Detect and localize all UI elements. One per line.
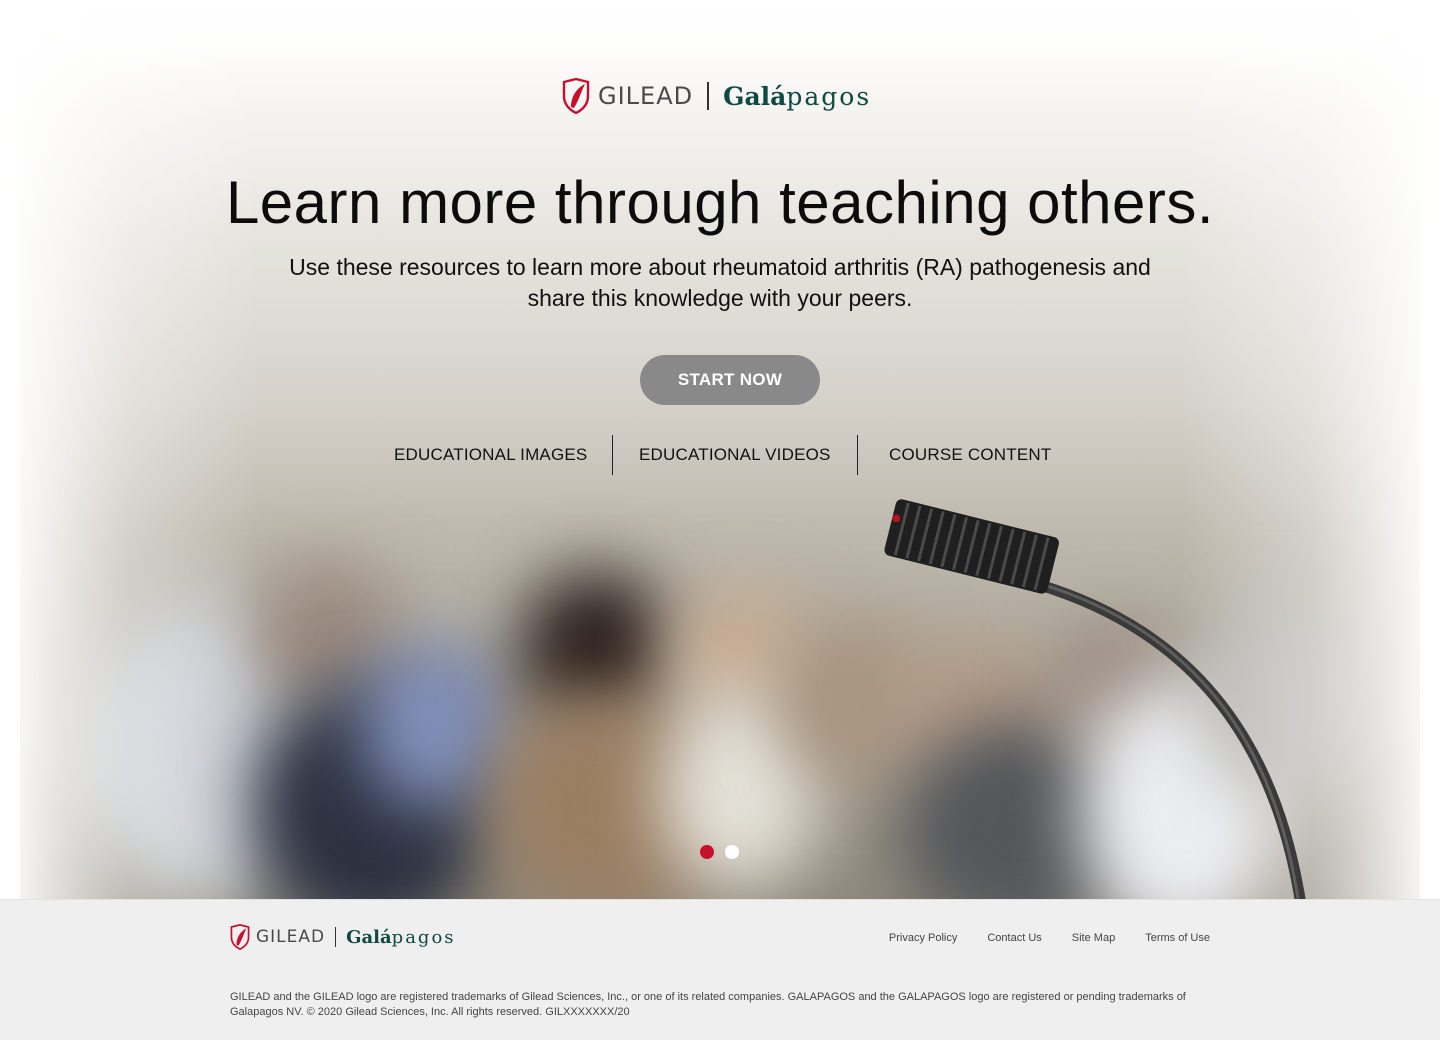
galapagos-wordmark-bold: Galá: [723, 81, 787, 111]
educational-images-link[interactable]: EDUCATIONAL IMAGES: [394, 435, 587, 475]
footer-logo[interactable]: GILEAD Galá pagos: [230, 924, 456, 950]
carousel-dot-2[interactable]: [725, 845, 739, 859]
legal-disclaimer: GILEAD and the GILEAD logo are registere…: [230, 991, 1186, 1018]
galapagos-wordmark-light: pagos: [786, 81, 872, 111]
logo-divider: [707, 82, 710, 110]
resource-nav: EDUCATIONAL IMAGES EDUCATIONAL VIDEOS CO…: [0, 435, 1440, 475]
header-logo[interactable]: GILEAD Galá pagos: [562, 78, 871, 114]
privacy-policy-link[interactable]: Privacy Policy: [889, 932, 957, 944]
educational-videos-link[interactable]: EDUCATIONAL VIDEOS: [639, 435, 831, 475]
galapagos-wordmark-bold: Galá: [346, 926, 392, 948]
nav-divider: [612, 435, 613, 475]
site-footer: GILEAD Galá pagos Privacy Policy Contact …: [0, 899, 1440, 1040]
contact-us-link[interactable]: Contact Us: [987, 932, 1041, 944]
hero-section: GILEAD Galá pagos Learn more through teac…: [0, 0, 1440, 899]
nav-divider: [857, 435, 858, 475]
course-content-link[interactable]: COURSE CONTENT: [889, 435, 1051, 475]
gilead-shield-icon: [230, 924, 250, 950]
gilead-shield-icon: [562, 78, 590, 114]
hero-subhead: Use these resources to learn more about …: [289, 254, 1151, 311]
carousel-pagination: [700, 845, 739, 859]
gilead-wordmark: GILEAD: [256, 927, 326, 947]
logo-divider: [335, 927, 337, 947]
footer-nav: Privacy Policy Contact Us Site Map Terms…: [889, 932, 1210, 944]
gilead-wordmark: GILEAD: [598, 82, 694, 110]
carousel-dot-1[interactable]: [700, 845, 714, 859]
microphone-icon: [884, 499, 1306, 899]
start-now-button[interactable]: START NOW: [640, 355, 820, 405]
hero-headline: Learn more through teaching others.: [225, 169, 1215, 236]
terms-of-use-link[interactable]: Terms of Use: [1145, 932, 1210, 944]
galapagos-wordmark-light: pagos: [391, 926, 456, 948]
site-map-link[interactable]: Site Map: [1072, 932, 1115, 944]
